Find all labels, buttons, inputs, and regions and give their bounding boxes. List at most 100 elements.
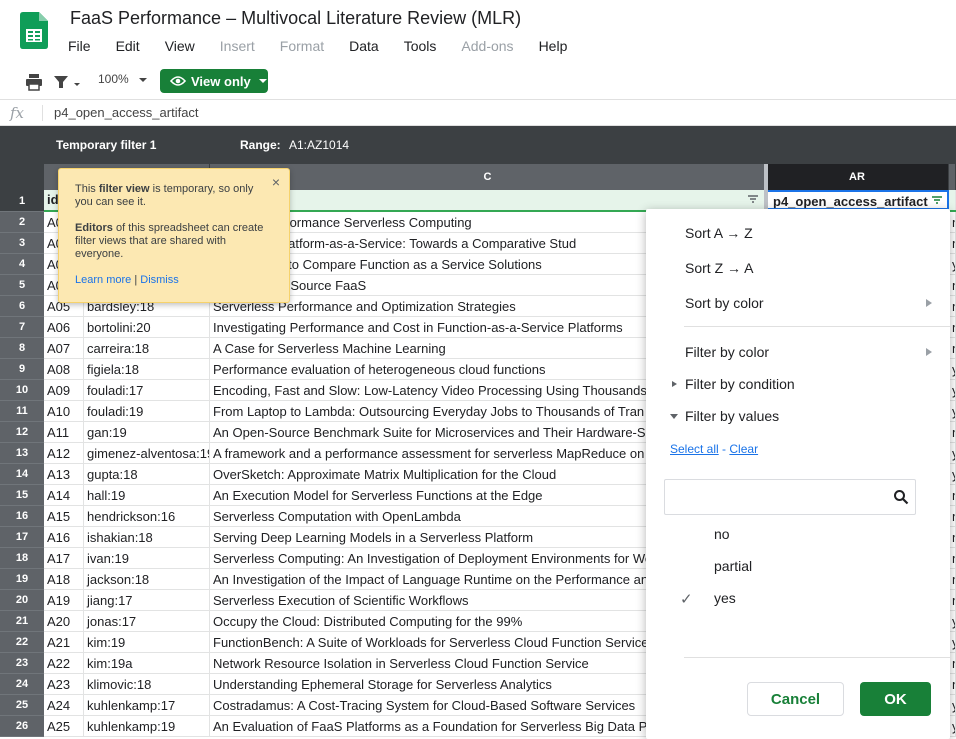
cell-as[interactable]: n [949, 275, 956, 296]
row-number[interactable]: 3 [0, 233, 44, 254]
filter-icon[interactable] [747, 194, 759, 205]
row-number[interactable]: 11 [0, 401, 44, 422]
expand-arrow-icon[interactable] [672, 381, 677, 387]
cell-a[interactable]: A06 [44, 317, 84, 338]
filter-by-color-item[interactable]: Filter by color [685, 344, 769, 360]
cell-a[interactable]: A07 [44, 338, 84, 359]
row-number[interactable]: 16 [0, 506, 44, 527]
cell-b[interactable]: klimovic:18 [84, 674, 210, 695]
menu-item-file[interactable]: File [68, 38, 100, 54]
cell-a[interactable]: A14 [44, 485, 84, 506]
cell-as[interactable]: y [949, 401, 956, 422]
search-icon[interactable] [893, 489, 909, 505]
cell-b[interactable]: gupta:18 [84, 464, 210, 485]
cancel-button[interactable]: Cancel [747, 682, 844, 716]
cell-as[interactable]: n [949, 233, 956, 254]
cell-as[interactable]: n [949, 590, 956, 611]
cell-a[interactable]: A08 [44, 359, 84, 380]
cell-b[interactable]: hall:19 [84, 485, 210, 506]
cell-b[interactable]: ivan:19 [84, 548, 210, 569]
filter-range-value[interactable]: A1:AZ1014 [289, 138, 349, 152]
cell-as[interactable]: n [949, 296, 956, 317]
cell-a[interactable]: A22 [44, 653, 84, 674]
clear-link[interactable]: Clear [729, 442, 758, 456]
row-number[interactable]: 4 [0, 254, 44, 275]
cell-as[interactable]: n [949, 527, 956, 548]
column-header-ar[interactable]: AR [766, 164, 949, 190]
row-number[interactable]: 24 [0, 674, 44, 695]
cell-a[interactable]: A20 [44, 611, 84, 632]
cell-as[interactable]: n [949, 485, 956, 506]
cell-b[interactable]: fouladi:17 [84, 380, 210, 401]
row-number[interactable]: 18 [0, 548, 44, 569]
cell-as[interactable]: n [949, 422, 956, 443]
cell-b[interactable]: fouladi:19 [84, 401, 210, 422]
filter-value-item[interactable]: yes [714, 590, 736, 606]
cell-as[interactable]: y [949, 611, 956, 632]
cell-as[interactable]: n [949, 317, 956, 338]
cell-as[interactable]: n [949, 338, 956, 359]
dismiss-link[interactable]: Dismiss [140, 274, 179, 286]
cell-b[interactable]: jonas:17 [84, 611, 210, 632]
cell-b[interactable]: figiela:18 [84, 359, 210, 380]
cell-b[interactable]: jackson:18 [84, 569, 210, 590]
cell-a[interactable]: A11 [44, 422, 84, 443]
cell-as[interactable]: y [949, 380, 956, 401]
cell-as[interactable]: n [949, 674, 956, 695]
row-number[interactable]: 13 [0, 443, 44, 464]
ok-button[interactable]: OK [860, 682, 931, 716]
column-header-as[interactable] [949, 164, 956, 190]
cell-a[interactable]: A23 [44, 674, 84, 695]
print-icon[interactable] [24, 72, 44, 92]
cell-a[interactable]: A25 [44, 716, 84, 737]
row-number[interactable]: 19 [0, 569, 44, 590]
checkmark-icon[interactable]: ✓ [680, 590, 693, 608]
menu-item-edit[interactable]: Edit [116, 38, 149, 54]
row-number[interactable]: 8 [0, 338, 44, 359]
cell-a[interactable]: A24 [44, 695, 84, 716]
header-cell-as[interactable] [949, 190, 956, 210]
filter-by-condition-item[interactable]: Filter by condition [685, 376, 795, 392]
cell-b[interactable]: bortolini:20 [84, 317, 210, 338]
sort-z-a-item[interactable]: Sort Z → A [685, 260, 753, 276]
cell-a[interactable]: A21 [44, 632, 84, 653]
menu-item-data[interactable]: Data [349, 38, 388, 54]
cell-as[interactable]: y [949, 695, 956, 716]
sheets-logo-icon[interactable] [20, 12, 48, 49]
sort-a-z-item[interactable]: Sort A → Z [685, 225, 753, 241]
cell-as[interactable]: n [949, 212, 956, 233]
row-number[interactable]: 22 [0, 632, 44, 653]
cell-b[interactable]: carreira:18 [84, 338, 210, 359]
row-number[interactable]: 17 [0, 527, 44, 548]
values-search-input[interactable] [664, 479, 916, 515]
header-cell-c[interactable] [210, 190, 766, 210]
filter-by-values-item[interactable]: Filter by values [685, 408, 779, 424]
cell-as[interactable]: y [949, 716, 956, 737]
zoom-caret-icon[interactable] [139, 78, 147, 82]
filter-active-icon[interactable] [931, 195, 943, 206]
cell-a[interactable]: A17 [44, 548, 84, 569]
zoom-level[interactable]: 100% [98, 72, 129, 86]
cell-b[interactable]: jiang:17 [84, 590, 210, 611]
cell-b[interactable]: kuhlenkamp:17 [84, 695, 210, 716]
row-number[interactable]: 14 [0, 464, 44, 485]
row-number[interactable]: 23 [0, 653, 44, 674]
sort-by-color-item[interactable]: Sort by color [685, 295, 764, 311]
cell-b[interactable]: kim:19a [84, 653, 210, 674]
row-number[interactable]: 9 [0, 359, 44, 380]
select-all-link[interactable]: Select all [670, 442, 719, 456]
row-number[interactable]: 26 [0, 716, 44, 737]
cell-as[interactable]: n [949, 569, 956, 590]
row-number[interactable]: 25 [0, 695, 44, 716]
row-number[interactable]: 21 [0, 611, 44, 632]
collapse-arrow-icon[interactable] [670, 414, 678, 419]
cell-b[interactable]: ishakian:18 [84, 527, 210, 548]
cell-a[interactable]: A16 [44, 527, 84, 548]
filter-icon[interactable] [52, 72, 82, 92]
cell-a[interactable]: A12 [44, 443, 84, 464]
cell-a[interactable]: A19 [44, 590, 84, 611]
cell-as[interactable]: n [949, 548, 956, 569]
cell-a[interactable]: A10 [44, 401, 84, 422]
row-number[interactable]: 2 [0, 212, 44, 233]
cell-as[interactable]: y [949, 632, 956, 653]
